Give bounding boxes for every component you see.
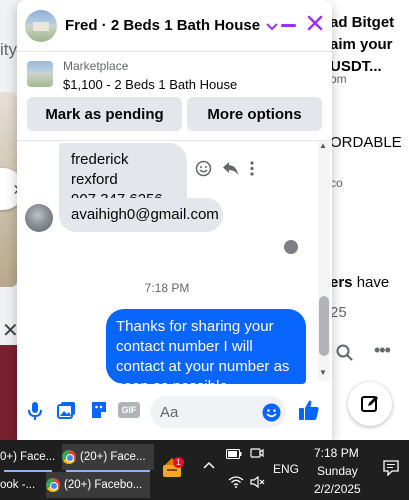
react-emoji-icon[interactable] — [195, 160, 212, 182]
new-message-button[interactable] — [348, 382, 392, 426]
left-partial-text: ity — [0, 40, 17, 59]
compose-icon — [361, 396, 378, 412]
reply-icon[interactable] — [222, 161, 239, 181]
photo-icon[interactable] — [57, 400, 77, 425]
clock-day[interactable]: Sunday — [317, 464, 358, 478]
minus-icon — [280, 23, 296, 27]
marketplace-listing[interactable]: Marketplace $1,100 - 2 Beds 1 Bath House — [17, 53, 332, 97]
listing-thumbnail — [27, 61, 53, 87]
message-actions — [195, 160, 255, 182]
sent-message[interactable]: Thanks for sharing your contact number I… — [106, 309, 306, 384]
chevron-down-icon[interactable] — [266, 18, 278, 34]
microphone-icon[interactable] — [25, 400, 45, 427]
active-window-indicator — [66, 470, 150, 472]
scrollbar-thumb[interactable] — [319, 296, 329, 356]
close-chat-button[interactable] — [307, 15, 323, 35]
scroll-up-arrow-icon[interactable]: ▲ — [319, 141, 327, 150]
conversation-avatar — [25, 9, 57, 42]
chrome-icon — [62, 450, 76, 464]
notification-center-icon[interactable] — [383, 460, 399, 481]
camera-icon[interactable] — [250, 446, 264, 463]
more-vertical-icon[interactable] — [249, 161, 255, 181]
scroll-down-arrow-icon[interactable]: ▼ — [319, 368, 327, 377]
sponsored-ad-title[interactable]: ad Bitget aim your USDT... — [330, 12, 394, 78]
emoji-icon[interactable] — [262, 403, 281, 427]
active-window-indicator — [4, 470, 52, 472]
sponsored-ad-domain: om — [330, 72, 347, 86]
show-hidden-icons-chevron-icon[interactable] — [203, 458, 215, 472]
taskbar-window-4[interactable]: (20+) Facebo... — [46, 472, 150, 498]
right-sponsored-column: ad Bitget aim your USDT... om ORDABLE co… — [328, 0, 409, 440]
search-icon[interactable] — [336, 344, 353, 366]
marketplace-label: Marketplace — [63, 59, 129, 73]
volume-muted-icon[interactable] — [250, 475, 266, 491]
clock-time[interactable]: 7:18 PM — [314, 446, 359, 460]
divider — [17, 140, 332, 141]
clock-date[interactable]: 2/2/2025 — [314, 482, 361, 496]
wifi-icon[interactable] — [228, 476, 244, 491]
background-post-card — [0, 345, 17, 440]
thumbs-up-icon[interactable] — [298, 399, 320, 426]
more-options-button[interactable]: More options — [187, 97, 322, 131]
more-options-icon[interactable]: ••• — [374, 340, 391, 361]
notification-badge: 1 — [173, 457, 184, 468]
close-icon — [307, 15, 323, 31]
taskbar-window-2[interactable]: (20+) Face... — [62, 444, 154, 470]
sticker-icon[interactable] — [89, 400, 109, 425]
minimize-button[interactable] — [279, 16, 297, 34]
input-language[interactable]: ENG — [273, 462, 299, 476]
battery-icon[interactable] — [226, 448, 242, 462]
mark-as-pending-button[interactable]: Mark as pending — [27, 97, 182, 131]
chat-title[interactable]: Fred · 2 Beds 1 Bath House — [65, 17, 260, 34]
chrome-icon — [46, 478, 60, 492]
listing-title: $1,100 - 2 Beds 1 Bath House — [63, 77, 238, 92]
message-timestamp: 7:18 PM — [144, 281, 190, 295]
taskbar-window-1[interactable]: 0+) Face... — [0, 444, 56, 470]
contacts-heading: ers have — [330, 274, 390, 291]
taskbar-window-3[interactable]: ook -... — [0, 472, 42, 498]
received-message[interactable]: avaihigh0@gmail.com — [59, 198, 223, 232]
sponsored-ad-title-2[interactable]: ORDABLE — [330, 134, 402, 151]
sender-avatar[interactable] — [25, 204, 53, 232]
read-receipt-avatar — [284, 240, 298, 254]
contacts-subtext: 25 — [330, 304, 347, 321]
gif-icon[interactable]: GIF — [118, 402, 140, 418]
chat-window: Fred · 2 Beds 1 Bath House Marketplace $… — [17, 0, 332, 440]
